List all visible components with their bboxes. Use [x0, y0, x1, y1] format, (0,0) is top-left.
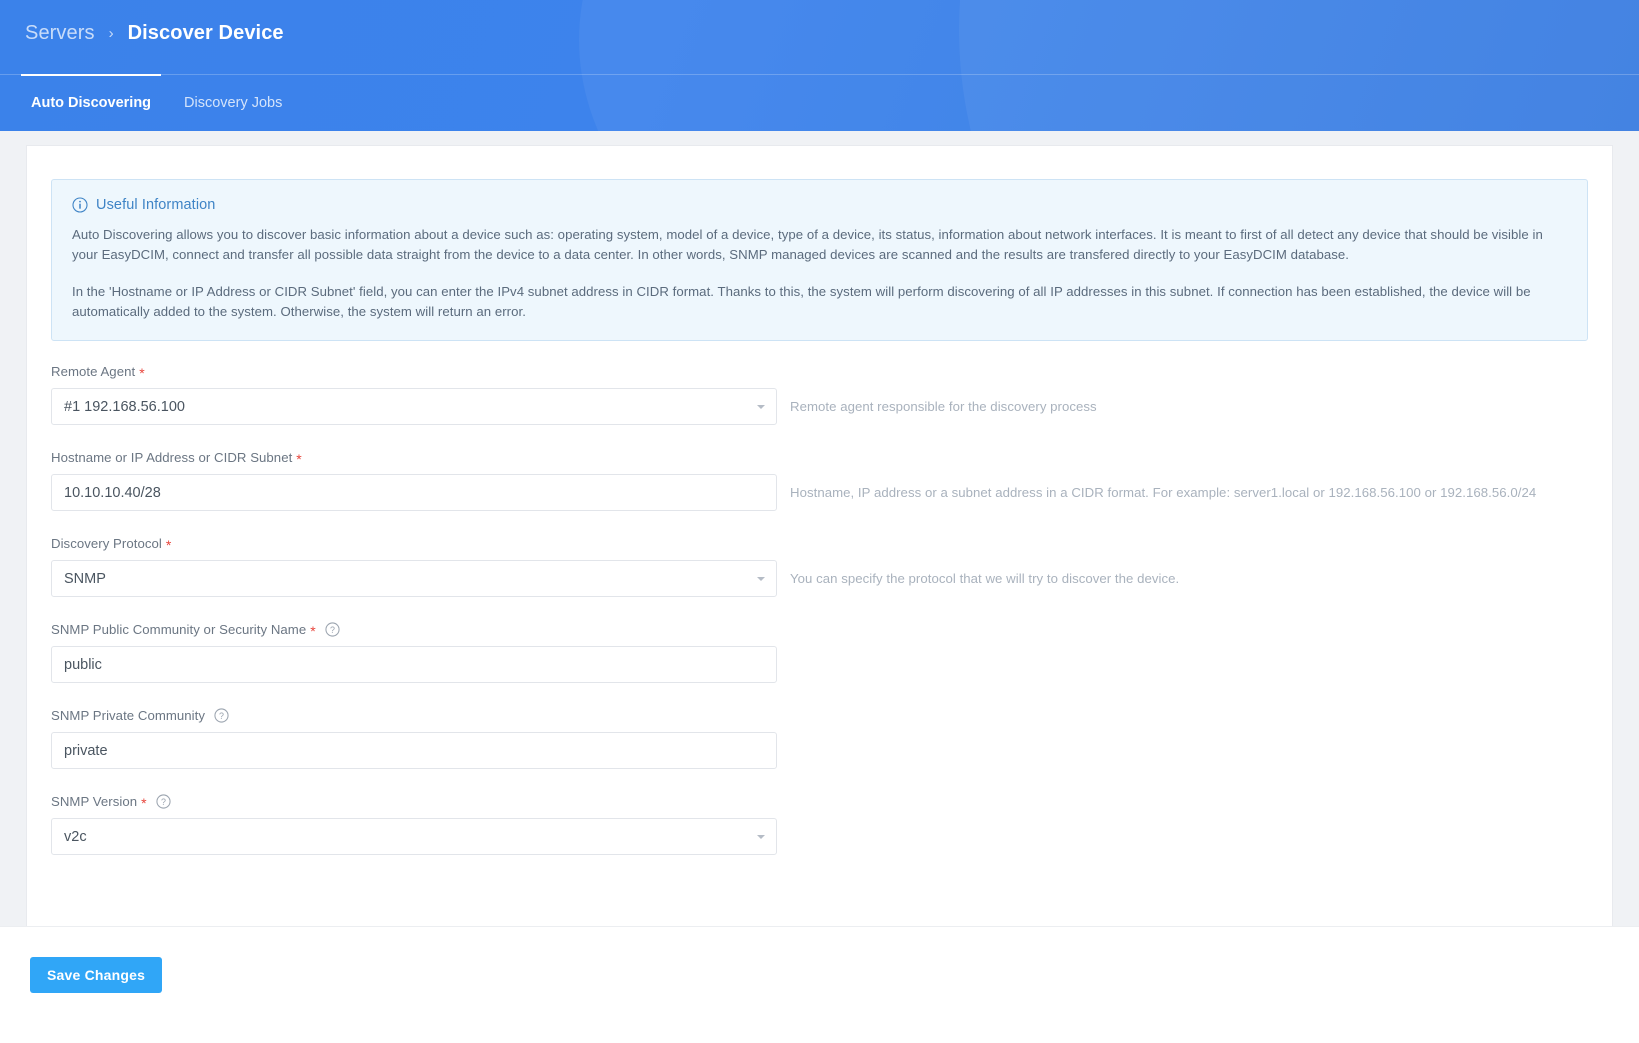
footer-action-bar: Save Changes: [0, 926, 1639, 1043]
field-remote-agent-row: #1 192.168.56.100 Remote agent responsib…: [51, 388, 1588, 425]
field-snmp-version-label-text: SNMP Version: [51, 794, 138, 809]
field-snmp-private-community-row: private: [51, 732, 1588, 769]
useful-information-title: Useful Information: [96, 197, 216, 213]
discovery-protocol-select[interactable]: SNMP: [51, 560, 777, 597]
hostname-input[interactable]: 10.10.10.40/28: [51, 474, 777, 511]
snmp-private-community-input[interactable]: private: [51, 732, 777, 769]
required-marker: *: [139, 364, 145, 381]
discover-device-form: Remote Agent * #1 192.168.56.100 Remote …: [51, 341, 1588, 855]
snmp-private-community-value: private: [64, 742, 108, 759]
tab-discovery-jobs-label: Discovery Jobs: [184, 95, 283, 111]
snmp-version-select[interactable]: v2c: [51, 818, 777, 855]
breadcrumb: Servers › Discover Device: [25, 22, 284, 45]
breadcrumb-servers-link[interactable]: Servers: [25, 22, 95, 45]
required-marker: *: [141, 794, 147, 811]
snmp-public-community-input[interactable]: public: [51, 646, 777, 683]
remote-agent-selected-value: #1 192.168.56.100: [64, 398, 185, 415]
field-discovery-protocol-row: SNMP You can specify the protocol that w…: [51, 560, 1588, 597]
question-mark-icon[interactable]: ?: [214, 708, 229, 723]
field-discovery-protocol: Discovery Protocol * SNMP You can specif…: [51, 536, 1588, 597]
field-hostname: Hostname or IP Address or CIDR Subnet * …: [51, 450, 1588, 511]
field-discovery-protocol-label: Discovery Protocol *: [51, 536, 1588, 553]
field-discovery-protocol-label-text: Discovery Protocol: [51, 536, 162, 551]
field-remote-agent-label: Remote Agent *: [51, 364, 1588, 381]
svg-text:?: ?: [330, 625, 335, 635]
tab-auto-discovering-label: Auto Discovering: [31, 95, 152, 111]
tab-bar: Auto Discovering Discovery Jobs: [0, 73, 1639, 132]
snmp-public-community-value: public: [64, 656, 102, 673]
question-mark-icon[interactable]: ?: [325, 622, 340, 637]
field-hostname-label: Hostname or IP Address or CIDR Subnet *: [51, 450, 1588, 467]
chevron-down-icon: [757, 404, 765, 409]
question-mark-icon[interactable]: ?: [156, 794, 171, 809]
useful-information-panel: Useful Information Auto Discovering allo…: [51, 179, 1588, 341]
snmp-version-selected-value: v2c: [64, 828, 87, 845]
remote-agent-select[interactable]: #1 192.168.56.100: [51, 388, 777, 425]
page-body: Useful Information Auto Discovering allo…: [0, 131, 1639, 1043]
chevron-right-icon: ›: [108, 25, 114, 42]
field-snmp-public-community: SNMP Public Community or Security Name *…: [51, 622, 1588, 683]
svg-text:?: ?: [161, 797, 166, 807]
tab-discovery-jobs[interactable]: Discovery Jobs: [174, 75, 292, 132]
hostname-input-value: 10.10.10.40/28: [64, 484, 161, 501]
field-remote-agent-label-text: Remote Agent: [51, 364, 136, 379]
field-snmp-version: SNMP Version * ? v2c: [51, 794, 1588, 855]
tab-auto-discovering[interactable]: Auto Discovering: [21, 73, 162, 132]
field-snmp-private-community-label: SNMP Private Community ?: [51, 708, 1588, 723]
content-card: Useful Information Auto Discovering allo…: [26, 145, 1613, 940]
field-remote-agent: Remote Agent * #1 192.168.56.100 Remote …: [51, 364, 1588, 425]
save-changes-button[interactable]: Save Changes: [30, 957, 163, 993]
useful-information-paragraph-2: In the 'Hostname or IP Address or CIDR S…: [72, 284, 1531, 319]
required-marker: *: [310, 622, 316, 639]
discovery-protocol-help-text: You can specify the protocol that we wil…: [790, 571, 1180, 586]
field-snmp-version-label: SNMP Version * ?: [51, 794, 1588, 811]
required-marker: *: [296, 450, 302, 467]
field-snmp-public-community-label: SNMP Public Community or Security Name *…: [51, 622, 1588, 639]
chevron-down-icon: [757, 834, 765, 839]
app-header: Servers › Discover Device Auto Discoveri…: [0, 0, 1639, 131]
field-hostname-label-text: Hostname or IP Address or CIDR Subnet: [51, 450, 293, 465]
field-snmp-public-community-label-text: SNMP Public Community or Security Name: [51, 622, 307, 637]
field-snmp-version-row: v2c: [51, 818, 1588, 855]
info-circle-icon: [72, 197, 88, 213]
useful-information-paragraph-1: Auto Discovering allows you to discover …: [72, 227, 1543, 262]
field-hostname-row: 10.10.10.40/28 Hostname, IP address or a…: [51, 474, 1588, 511]
discovery-protocol-selected-value: SNMP: [64, 570, 106, 587]
field-snmp-private-community: SNMP Private Community ? private: [51, 708, 1588, 769]
required-marker: *: [165, 536, 172, 553]
svg-text:?: ?: [219, 711, 224, 721]
field-snmp-public-community-row: public: [51, 646, 1588, 683]
useful-information-header: Useful Information: [72, 197, 1567, 213]
page-title: Discover Device: [127, 22, 284, 44]
remote-agent-help-text: Remote agent responsible for the discove…: [790, 399, 1097, 414]
hostname-help-text: Hostname, IP address or a subnet address…: [790, 485, 1537, 500]
field-snmp-private-community-label-text: SNMP Private Community: [51, 708, 206, 723]
chevron-down-icon: [757, 576, 765, 581]
